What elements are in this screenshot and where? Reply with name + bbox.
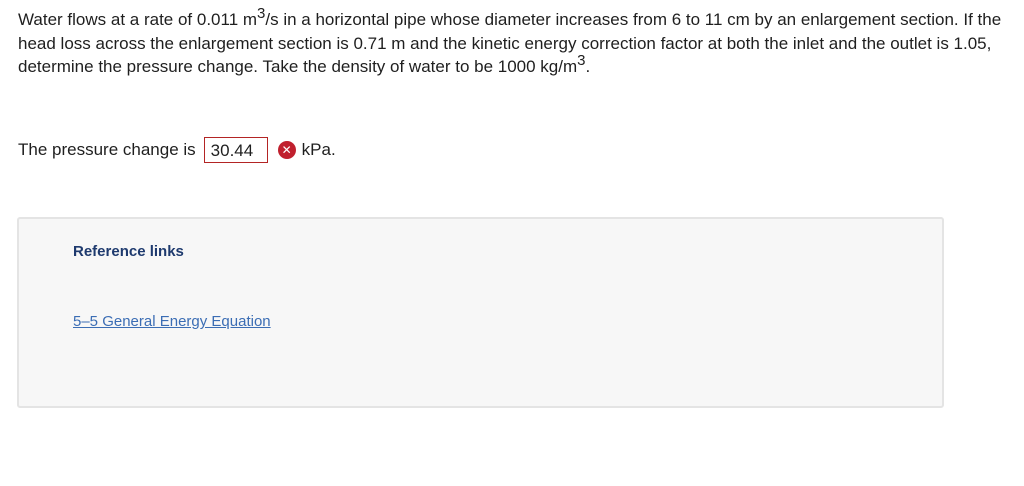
incorrect-x-icon: ✕ (277, 141, 296, 159)
page: Water flows at a rate of 0.011 m3/s in a… (0, 0, 1024, 486)
question-text: Water flows at a rate of 0.011 m3/s in a… (18, 6, 1008, 79)
answer-input[interactable]: 30.44 (203, 137, 268, 163)
answer-unit: kPa. (301, 140, 336, 159)
question-part-3: . (585, 57, 591, 76)
answer-line: The pressure change is 30.44 ✕ kPa. (18, 136, 336, 164)
reference-link-general-energy-equation[interactable]: 5–5 General Energy Equation (73, 313, 271, 330)
answer-prefix: The pressure change is (18, 140, 196, 159)
reference-links-panel: Reference links 5–5 General Energy Equat… (17, 217, 944, 408)
reference-links-title: Reference links (73, 243, 184, 260)
question-part-1: Water flows at a rate of 0.011 m (18, 10, 258, 29)
